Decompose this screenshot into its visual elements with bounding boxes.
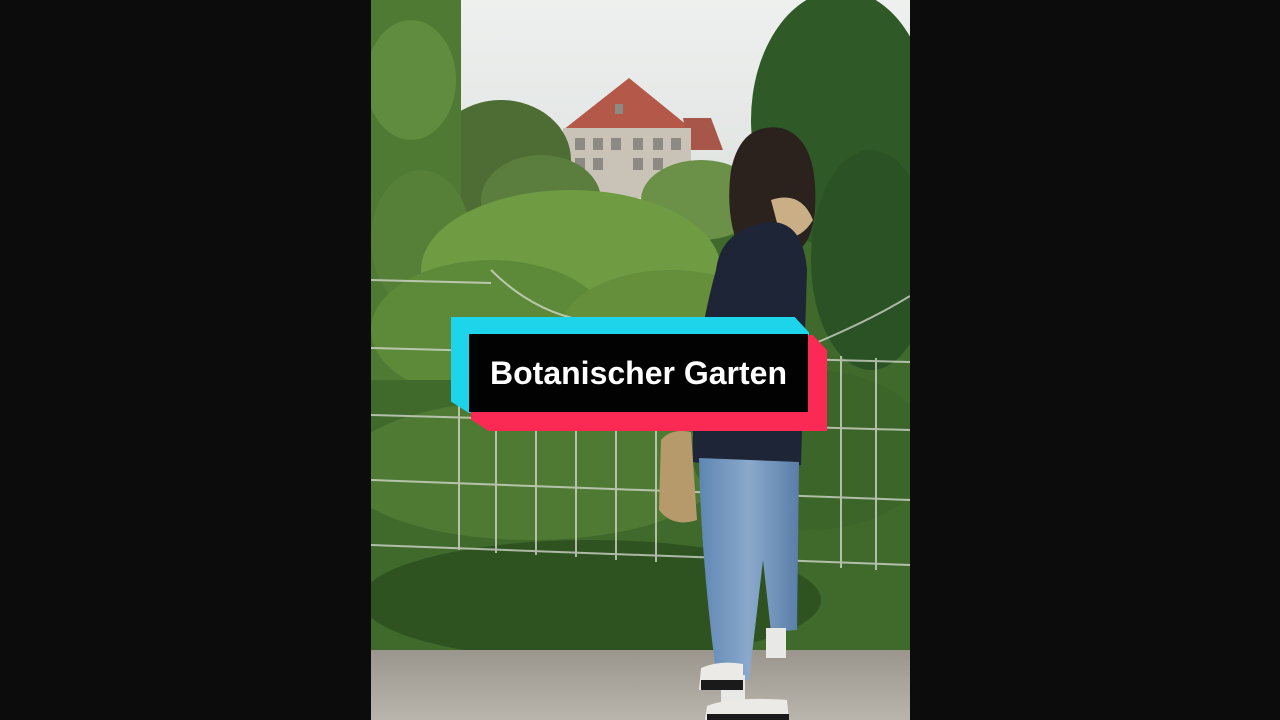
title-text: Botanischer Garten — [490, 354, 787, 391]
gravel-path — [371, 650, 910, 720]
title-sticker: Botanischer Garten — [451, 317, 827, 431]
title-box: Botanischer Garten — [469, 334, 808, 412]
video-stage: Botanischer Garten — [0, 0, 1280, 720]
